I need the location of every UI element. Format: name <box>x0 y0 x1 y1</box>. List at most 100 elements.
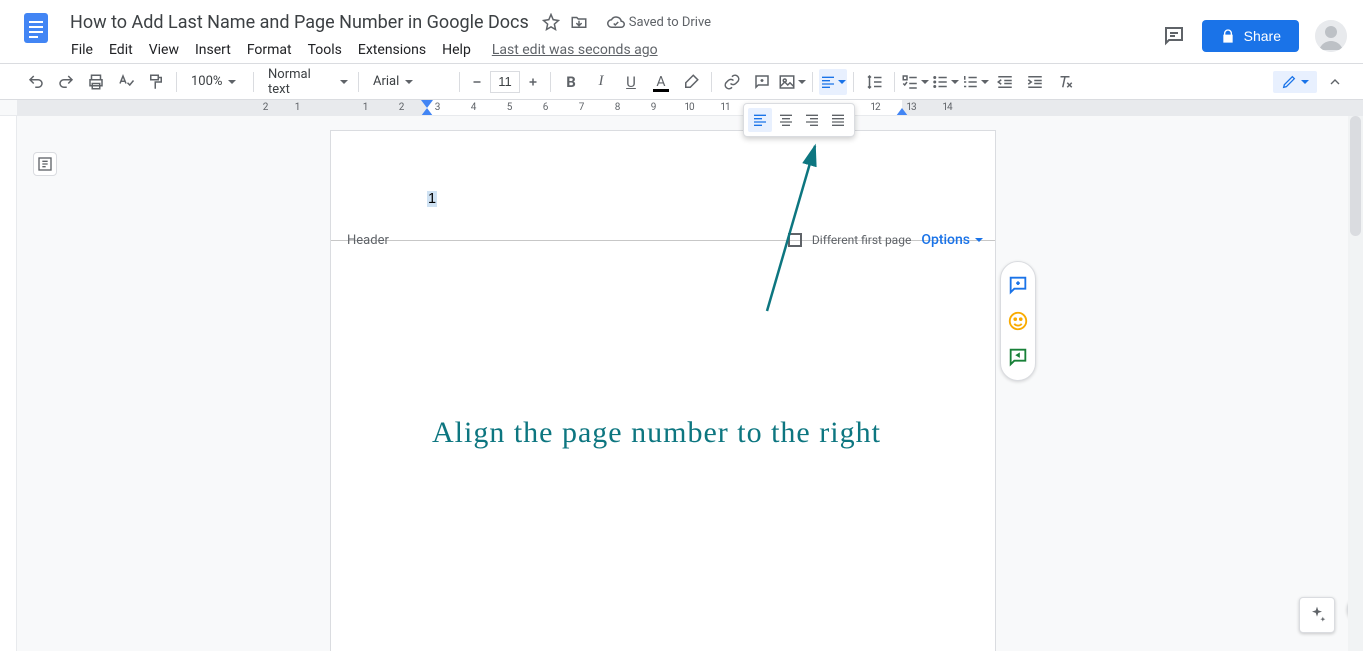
align-right-option[interactable] <box>800 108 824 132</box>
vertical-ruler[interactable] <box>0 116 17 651</box>
print-button[interactable] <box>82 69 110 95</box>
suggest-edits-action[interactable] <box>1007 346 1029 368</box>
ruler-number: 8 <box>615 102 620 113</box>
comment-history-icon[interactable] <box>1162 24 1186 48</box>
ruler-number: 2 <box>263 102 268 113</box>
annotation-text: Align the page number to the right <box>432 416 881 450</box>
menu-extensions[interactable]: Extensions <box>351 38 433 62</box>
undo-button[interactable] <box>22 69 50 95</box>
title-icons: Saved to Drive <box>541 12 711 32</box>
ruler-number: 6 <box>543 102 548 113</box>
font-size-box <box>466 69 544 95</box>
bold-button[interactable]: B <box>557 69 585 95</box>
header-right: Share <box>1162 20 1347 52</box>
paragraph-style-select[interactable]: Normal text <box>260 69 352 95</box>
align-justify-option[interactable] <box>826 108 850 132</box>
highlight-button[interactable] <box>677 69 705 95</box>
spellcheck-button[interactable] <box>112 69 140 95</box>
ruler-number: 3 <box>435 102 440 113</box>
decrease-indent-button[interactable] <box>991 69 1019 95</box>
explore-button[interactable] <box>1299 597 1335 633</box>
decrease-font-button[interactable] <box>466 69 488 95</box>
document-title[interactable]: How to Add Last Name and Page Number in … <box>64 10 535 35</box>
font-size-input[interactable] <box>490 71 520 93</box>
caret-icon <box>340 80 348 84</box>
title-row: How to Add Last Name and Page Number in … <box>64 8 1162 36</box>
user-avatar[interactable] <box>1315 20 1347 52</box>
add-comment-button[interactable] <box>748 69 776 95</box>
vertical-scrollbar[interactable] <box>1348 116 1363 651</box>
emoji-reaction-action[interactable] <box>1007 310 1029 332</box>
align-popup <box>743 103 855 137</box>
ruler-number: 1 <box>295 102 300 113</box>
different-first-page-checkbox[interactable] <box>788 233 802 247</box>
first-line-indent-marker[interactable] <box>421 100 433 108</box>
font-select[interactable]: Arial <box>365 69 453 95</box>
ruler-number: 7 <box>579 102 584 113</box>
share-button[interactable]: Share <box>1202 20 1299 52</box>
move-icon[interactable] <box>569 12 589 32</box>
caret-icon <box>405 80 413 84</box>
cloud-icon <box>607 13 625 31</box>
toolbar: 100% Normal text Arial B I U A <box>0 64 1363 100</box>
redo-button[interactable] <box>52 69 80 95</box>
menu-tools[interactable]: Tools <box>301 38 349 62</box>
ruler-number: 4 <box>471 102 476 113</box>
paint-format-button[interactable] <box>142 69 170 95</box>
lock-icon <box>1220 28 1236 44</box>
title-area: How to Add Last Name and Page Number in … <box>64 8 1162 64</box>
collapse-toolbar-button[interactable] <box>1321 69 1349 95</box>
underline-button[interactable]: U <box>617 69 645 95</box>
left-indent-marker[interactable] <box>421 108 433 115</box>
numbered-list-button[interactable] <box>961 69 989 95</box>
docs-logo[interactable] <box>16 8 56 48</box>
zoom-select[interactable]: 100% <box>183 69 247 95</box>
ruler-number: 5 <box>507 102 512 113</box>
star-icon[interactable] <box>541 12 561 32</box>
header-options-button[interactable]: Options <box>921 232 983 248</box>
toolbar-separator <box>358 72 359 92</box>
header-control-bar: Header Different first page Options <box>331 226 995 254</box>
align-button[interactable] <box>819 69 847 95</box>
ruler-number: 14 <box>942 102 951 113</box>
menu-insert[interactable]: Insert <box>188 38 238 62</box>
horizontal-ruler[interactable]: 2 1 1 2 3 4 5 6 7 8 9 10 11 12 13 14 <box>0 100 1363 116</box>
text-color-button[interactable]: A <box>647 69 675 95</box>
italic-button[interactable]: I <box>587 69 615 95</box>
menu-help[interactable]: Help <box>435 38 478 62</box>
clear-formatting-button[interactable] <box>1051 69 1079 95</box>
toolbar-separator <box>853 72 854 92</box>
checklist-button[interactable] <box>901 69 929 95</box>
caret-icon <box>798 80 806 84</box>
save-status[interactable]: Saved to Drive <box>607 13 711 31</box>
editing-mode-button[interactable] <box>1273 71 1317 93</box>
align-center-option[interactable] <box>774 108 798 132</box>
ruler-number: 2 <box>399 102 404 113</box>
add-comment-action[interactable] <box>1007 274 1029 296</box>
menu-view[interactable]: View <box>142 38 186 62</box>
line-spacing-button[interactable] <box>860 69 888 95</box>
save-status-text: Saved to Drive <box>629 15 711 30</box>
document-canvas[interactable]: 1 Header Different first page Options <box>17 116 1363 651</box>
scrollbar-thumb[interactable] <box>1350 116 1361 236</box>
bulleted-list-button[interactable] <box>931 69 959 95</box>
insert-link-button[interactable] <box>718 69 746 95</box>
menu-edit[interactable]: Edit <box>102 38 140 62</box>
menu-file[interactable]: File <box>64 38 100 62</box>
increase-font-button[interactable] <box>522 69 544 95</box>
right-indent-marker[interactable] <box>896 108 908 115</box>
increase-indent-button[interactable] <box>1021 69 1049 95</box>
menu-format[interactable]: Format <box>240 38 299 62</box>
caret-icon <box>1301 80 1309 84</box>
caret-icon <box>975 238 983 242</box>
show-outline-button[interactable] <box>33 152 57 176</box>
app-header: How to Add Last Name and Page Number in … <box>0 0 1363 64</box>
page-number-text[interactable]: 1 <box>427 191 437 207</box>
align-left-option[interactable] <box>748 108 772 132</box>
last-edit-link[interactable]: Last edit was seconds ago <box>492 42 658 58</box>
document-page[interactable]: 1 Header Different first page Options <box>330 130 996 651</box>
insert-image-button[interactable] <box>778 69 806 95</box>
toolbar-right <box>1273 69 1359 95</box>
page-header-area[interactable]: 1 Header Different first page Options <box>331 131 995 241</box>
caret-icon <box>921 80 929 84</box>
